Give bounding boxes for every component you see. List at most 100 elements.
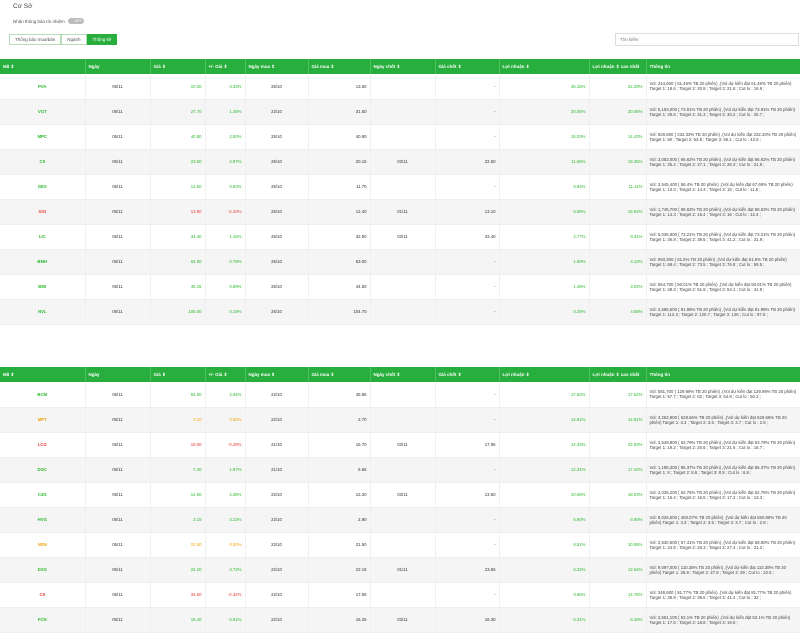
change-cell: 0.00%: [205, 407, 246, 433]
table-row[interactable]: DGC 06/11 7.40 1.87% 21/10 6.66 -12.31% 17.42% V…: [0, 457, 800, 483]
col-date-header[interactable]: Ngày: [85, 59, 151, 74]
stock-code[interactable]: LIC: [0, 224, 86, 250]
change-cell: 0.00%: [205, 532, 246, 558]
stock-code[interactable]: DGC: [0, 457, 86, 483]
price-cell: 3.15: [150, 507, 206, 533]
table-row[interactable]: GEX 06/11 12.50 0.83% 25/10 11.70 -6.84% 11.11%…: [0, 174, 800, 200]
stock-code[interactable]: FCN: [0, 607, 86, 633]
tab-statistics[interactable]: Thống kê: [86, 34, 118, 45]
close-date-cell: [370, 507, 436, 533]
page-title: Cơ Sở: [13, 3, 33, 10]
table-row[interactable]: MPC 06/11 40.80 2.93% 25/10 40.90 -15.03% 14.43…: [0, 124, 800, 150]
stock-code[interactable]: LCG: [0, 432, 86, 458]
table-row[interactable]: FCN 06/11 16.40 0.91% 22/10 16.25 03/11 16.30 0.…: [0, 607, 800, 633]
date-cell: 06/11: [85, 407, 151, 433]
col-max-profit-header[interactable]: Lợi nhuận ⇕ cao nhất: [589, 367, 647, 382]
table-row[interactable]: LIC 06/11 34.40 1.15% 25/10 32.50 03/11 33.40 2.…: [0, 224, 800, 250]
date-cell: 06/11: [85, 174, 151, 200]
table-row[interactable]: CII 06/11 23.50 2.97% 25/10 20.15 03/11 22.50 11…: [0, 149, 800, 175]
buy-price-cell: 31.50: [308, 99, 371, 125]
buy-price-cell: 2.90: [308, 507, 371, 533]
col-profit-header[interactable]: Lợi nhuận ⇕: [499, 367, 590, 382]
table-row[interactable]: GSI 06/11 13.80 -2.20% 25/10 12.40 01/11 13.10 5…: [0, 199, 800, 225]
close-date-cell: 03/11: [370, 607, 436, 633]
col-close-date-header[interactable]: Ngày chốt ⇕: [370, 367, 436, 382]
close-price-cell: 33.40: [435, 224, 500, 250]
close-price-cell: -: [435, 532, 500, 558]
col-close-price-header[interactable]: Giá chốt ⇕: [435, 367, 500, 382]
buy-date-cell: 25/10: [245, 199, 309, 225]
col-change-header[interactable]: +/- Giá ⇕: [205, 367, 246, 382]
close-date-cell: 01/11: [370, 199, 436, 225]
col-code-header[interactable]: Mã ⇕: [0, 367, 86, 382]
col-price-header[interactable]: Giá ⇕: [150, 59, 206, 74]
notify-toggle[interactable]: OFF: [67, 18, 84, 24]
col-buy-price-header[interactable]: Giá mua ⇕: [308, 367, 371, 382]
stock-code[interactable]: HVG: [0, 507, 86, 533]
table-row[interactable]: NVL 06/11 105.00 0.19% 25/10 104.70 -0.29% 4.68…: [0, 299, 800, 325]
profit-cell: 5.65%: [499, 199, 590, 225]
stock-code[interactable]: BMH: [0, 249, 86, 275]
col-buy-date-header[interactable]: Ngày mua ⇕: [245, 367, 309, 382]
table-row[interactable]: HVG 06/11 3.15 3.23% 22/10 2.90-6.90% 6.90% Vol…: [0, 507, 800, 533]
stock-code[interactable]: PVA: [0, 74, 86, 100]
buy-date-cell: 22/10: [245, 407, 309, 433]
profit-cell: 3.96%: [499, 582, 590, 608]
table-row[interactable]: LCG 06/11 18.00 -0.28% 21/10 15.70 03/11 17.95 1…: [0, 432, 800, 458]
search-input[interactable]: [615, 33, 799, 46]
col-code-header[interactable]: Mã ⇕: [0, 59, 86, 74]
max-profit-cell: 6.90%: [589, 507, 647, 533]
date-cell: 06/11: [85, 199, 151, 225]
date-cell: 06/11: [85, 507, 151, 533]
table-row[interactable]: DXG 06/11 24.20 3.72% 22/10 22.15 01/11 23.55 6.…: [0, 557, 800, 583]
table-row[interactable]: BMI 06/11 45.15 0.89% 25/10 44.50 -1.46% 4.04% V…: [0, 274, 800, 300]
table-row[interactable]: BCM 06/11 54.00 2.04% 22/10 45.95-17.52% 17.52…: [0, 382, 800, 408]
max-profit-cell: 11.11%: [589, 174, 647, 200]
info-cell: Vol: 993,300 ( 61.5% TB 20 phiên) ,(Vol …: [646, 249, 800, 275]
col-close-date-header[interactable]: Ngày chốt ⇕: [370, 59, 436, 74]
col-buy-date-header[interactable]: Ngày mua ⇕: [245, 59, 309, 74]
close-price-cell: 23.55: [435, 557, 500, 583]
price-cell: 12.50: [150, 174, 206, 200]
tab-sector[interactable]: Ngành: [61, 34, 87, 45]
table-row[interactable]: C4G 06/11 14.60 2.08% 22/10 12.20 03/11 13.50 10…: [0, 482, 800, 508]
stock-code[interactable]: GEX: [0, 174, 86, 200]
col-profit-header[interactable]: Lợi nhuận ⇕: [499, 59, 590, 74]
profit-cell: 14.81%: [499, 407, 590, 433]
max-profit-cell: 18.03%: [589, 482, 647, 508]
stock-code[interactable]: BMI: [0, 274, 86, 300]
buy-price-cell: 22.15: [308, 557, 371, 583]
stock-code[interactable]: NVL: [0, 299, 86, 325]
close-date-cell: [370, 532, 436, 558]
col-price-header[interactable]: Giá ⇕: [150, 367, 206, 382]
close-date-cell: [370, 407, 436, 433]
stock-code[interactable]: MPT: [0, 407, 86, 433]
stock-code[interactable]: DXG: [0, 557, 86, 583]
table-row[interactable]: PVA 06/11 10.20 3.33% 25/10 13.60 -45.16% 22.28…: [0, 74, 800, 100]
max-profit-cell: 12.64%: [589, 557, 647, 583]
stock-code[interactable]: MPC: [0, 124, 86, 150]
profit-cell: 20.06%: [499, 99, 590, 125]
buy-date-cell: 22/10: [245, 99, 309, 125]
col-max-profit-header[interactable]: Lợi nhuận ⇕ cao nhất: [589, 59, 647, 74]
col-date-header[interactable]: Ngày: [85, 367, 151, 382]
stock-code[interactable]: C4G: [0, 482, 86, 508]
table-row[interactable]: BMH 06/11 64.00 0.78% 25/10 63.00 -1.59% 4.13% V…: [0, 249, 800, 275]
stock-code[interactable]: GSI: [0, 199, 86, 225]
stock-code[interactable]: CII: [0, 582, 86, 608]
table-row[interactable]: NSN 06/11 22.50 0.00% 22/10 21.50 -6.51% 10.95%…: [0, 532, 800, 558]
stock-code[interactable]: CII: [0, 149, 86, 175]
buy-price-cell: 16.25: [308, 607, 371, 633]
col-buy-price-header[interactable]: Giá mua ⇕: [308, 59, 371, 74]
col-change-header[interactable]: +/- Giá ⇕: [205, 59, 246, 74]
table-row[interactable]: MPT 06/11 3.10 0.00% 22/10 2.70-14.81% 14.81% V…: [0, 407, 800, 433]
tab-buy-sell-notice[interactable]: Thông báo mua/bán: [9, 34, 62, 45]
col-close-price-header[interactable]: Giá chốt ⇕: [435, 59, 500, 74]
stock-code[interactable]: BCM: [0, 382, 86, 408]
max-profit-cell: 20.06%: [589, 99, 647, 125]
buy-date-cell: 25/10: [245, 224, 309, 250]
stock-code[interactable]: VGT: [0, 99, 86, 125]
table-row[interactable]: VGT 06/11 27.70 1.48% 22/10 31.50-20.06% 20.06…: [0, 99, 800, 125]
stock-code[interactable]: NSN: [0, 532, 86, 558]
table-row[interactable]: CII 06/11 34.50 -2.32% 22/10 17.55 -3.96% 14.76…: [0, 582, 800, 608]
